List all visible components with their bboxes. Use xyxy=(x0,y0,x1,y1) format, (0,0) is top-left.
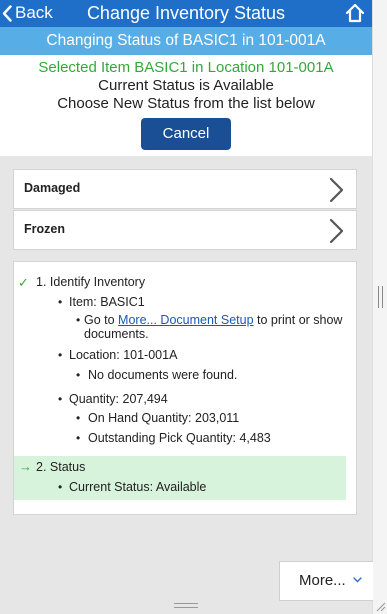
step-2-heading: 2. Status xyxy=(36,460,86,474)
bullet-icon: • xyxy=(58,348,63,362)
scrollbar[interactable] xyxy=(372,0,387,614)
location-text: Location: 101-001A xyxy=(69,348,178,362)
option-damaged[interactable]: Damaged xyxy=(13,169,357,209)
top-bar: Back Change Inventory Status xyxy=(0,0,372,27)
checkmark-icon: ✓ xyxy=(18,275,29,290)
item-text: Item: BASIC1 xyxy=(69,295,145,309)
resize-corner-icon[interactable] xyxy=(374,600,386,612)
steps-panel: ✓ 1. Identify Inventory • Item: BASIC1 •… xyxy=(13,261,357,515)
bullet-icon: • xyxy=(76,313,81,327)
bullet-icon: • xyxy=(58,392,63,406)
quantity-text: Quantity: 207,494 xyxy=(69,392,168,406)
cancel-button[interactable]: Cancel xyxy=(141,118,231,150)
prompt-text: Choose New Status from the list below xyxy=(57,95,315,112)
bullet-icon: • xyxy=(76,368,81,382)
more-menu-button[interactable]: More... xyxy=(279,561,373,601)
more-label: More... xyxy=(299,572,346,589)
option-frozen[interactable]: Frozen xyxy=(13,210,357,250)
document-setup-link[interactable]: More... Document Setup xyxy=(118,313,253,327)
bullet-icon: • xyxy=(76,411,81,425)
bullet-icon: • xyxy=(58,480,63,494)
step-1-heading: 1. Identify Inventory xyxy=(36,275,146,289)
document-setup-hint: Go to More... Document Setup to print or… xyxy=(84,313,346,341)
on-hand-quantity-text: On Hand Quantity: 203,011 xyxy=(88,411,240,425)
home-icon[interactable] xyxy=(345,3,365,23)
subtitle-bar: Changing Status of BASIC1 in 101-001A xyxy=(0,27,372,55)
no-documents-text: No documents were found. xyxy=(88,368,238,382)
chevron-right-icon xyxy=(329,177,344,203)
current-status-detail: Current Status: Available xyxy=(69,480,207,494)
bullet-icon: • xyxy=(76,431,81,445)
chevron-down-icon xyxy=(353,577,362,583)
current-status-text: Current Status is Available xyxy=(98,77,274,94)
arrow-right-icon: → xyxy=(19,459,32,474)
chevron-right-icon xyxy=(329,218,344,244)
resize-handle-icon[interactable] xyxy=(174,603,198,608)
selected-item-text: Selected Item BASIC1 in Location 101-001… xyxy=(38,59,334,76)
page-title: Change Inventory Status xyxy=(86,3,286,23)
status-info-panel: Selected Item BASIC1 in Location 101-001… xyxy=(0,55,372,156)
option-label: Damaged xyxy=(24,181,81,195)
option-label: Frozen xyxy=(24,222,65,236)
scrollbar-grip-icon[interactable] xyxy=(378,286,383,308)
bullet-icon: • xyxy=(58,295,63,309)
goto-prefix: Go to xyxy=(84,313,119,327)
outstanding-pick-quantity-text: Outstanding Pick Quantity: 4,483 xyxy=(88,431,271,445)
